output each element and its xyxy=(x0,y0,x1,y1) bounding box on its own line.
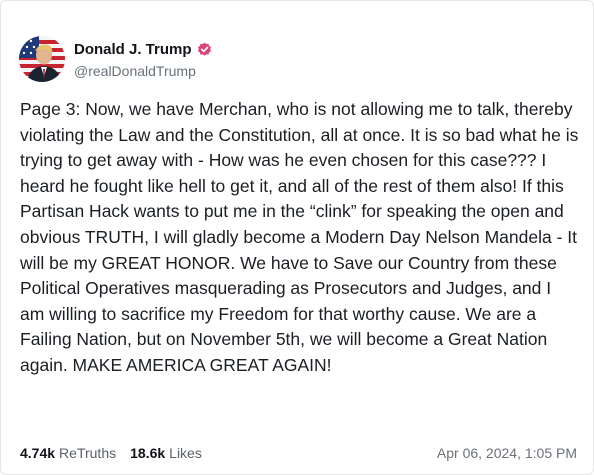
post-footer: 4.74k ReTruths 18.6k Likes Apr 06, 2024,… xyxy=(20,443,577,463)
post-body-text: Page 3: Now, we have Merchan, who is not… xyxy=(20,99,579,375)
likes-count: 18.6k xyxy=(130,445,166,461)
author-names: Donald J. Trump @realDonaldTrump xyxy=(74,40,212,79)
author-display-name[interactable]: Donald J. Trump xyxy=(74,41,192,58)
post-header: Donald J. Trump @realDonaldTrump xyxy=(19,35,212,83)
post-card: Donald J. Trump @realDonaldTrump Page 3:… xyxy=(0,0,594,475)
post-timestamp[interactable]: Apr 06, 2024, 1:05 PM xyxy=(437,445,577,461)
likes-stat[interactable]: 18.6k Likes xyxy=(130,445,202,461)
retruths-label: ReTruths xyxy=(59,445,117,461)
retruths-count: 4.74k xyxy=(20,445,56,461)
portrait-avatar-icon xyxy=(19,36,65,82)
author-handle[interactable]: @realDonaldTrump xyxy=(74,63,212,79)
likes-label: Likes xyxy=(169,445,202,461)
verified-badge-icon xyxy=(197,42,212,57)
display-name-row: Donald J. Trump xyxy=(74,40,212,60)
retruths-stat[interactable]: 4.74k ReTruths xyxy=(20,445,116,461)
author-avatar[interactable] xyxy=(19,36,65,82)
